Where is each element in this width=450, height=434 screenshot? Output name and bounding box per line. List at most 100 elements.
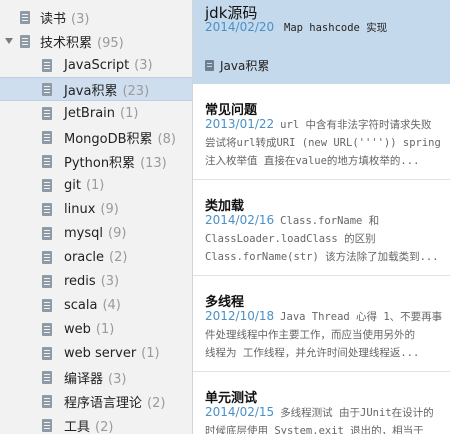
notebook-icon xyxy=(42,274,52,288)
sidebar-item-compiler[interactable]: 编译器 (3) xyxy=(0,365,192,389)
sidebar-item-count: (3) xyxy=(108,371,127,387)
sidebar-item-pl-theory[interactable]: 程序语言理论 (2) xyxy=(0,389,192,413)
note-card[interactable]: 常见问题 2013/01/22 url 中含有非法字符时请求失败 尝试将url转成… xyxy=(193,84,450,180)
note-date: 2014/02/20 xyxy=(205,20,275,34)
note-snippet: Java Thread 心得 1、不要再事 xyxy=(280,311,443,323)
sidebar-item-label: 工具 xyxy=(64,419,91,434)
notebook-sidebar: 读书 (3) 技术积累 (95) JavaScript (3) Java积累 (23) … xyxy=(0,0,193,434)
sidebar-item-count: (1) xyxy=(95,321,115,337)
note-date: 2013/01/22 xyxy=(205,117,275,131)
sidebar-item-javascript[interactable]: JavaScript (3) xyxy=(0,53,192,77)
sidebar-item-web[interactable]: web (1) xyxy=(0,317,192,341)
sidebar-item-oracle[interactable]: oracle (2) xyxy=(0,245,192,269)
notebook-icon xyxy=(42,202,52,216)
notebook-icon xyxy=(42,130,52,144)
sidebar-item-count: (2) xyxy=(147,395,166,411)
notebook-icon xyxy=(42,418,52,432)
sidebar-item-git[interactable]: git (1) xyxy=(0,173,192,197)
note-snippet: 件处理线程中作主要工作，而应当使用另外的 xyxy=(205,329,415,341)
sidebar-item-label: 技术积累 xyxy=(40,35,93,51)
sidebar-item-redis[interactable]: redis (3) xyxy=(0,269,192,293)
note-snippet: 线程为 工作线程，并允许时间处理线程返... xyxy=(205,347,420,359)
sidebar-item-count: (1) xyxy=(141,345,160,361)
sidebar-item-count: (9) xyxy=(100,201,119,217)
sidebar-item-label: Java积累 xyxy=(64,83,118,99)
sidebar-item-java[interactable]: Java积累 (23) xyxy=(0,77,192,101)
note-snippet: url 中含有非法字符时请求失败 xyxy=(280,119,432,131)
notebook-icon xyxy=(20,10,30,24)
sidebar-item-mysql[interactable]: mysql (9) xyxy=(0,221,192,245)
note-card[interactable]: 单元测试 2014/02/15 多线程测试 由于JUnit在设计的 时候底层使用 … xyxy=(193,372,450,434)
note-snippet: ClassLoader.loadClass 的区别 xyxy=(205,233,376,245)
sidebar-item-python[interactable]: Python积累 (13) xyxy=(0,149,192,173)
notebook-icon xyxy=(42,370,52,384)
note-snippet: 注入枚举值 直接在value的地方填枚举的... xyxy=(205,155,420,167)
note-date: 2012/10/18 xyxy=(205,309,275,323)
sidebar-item-count: (4) xyxy=(102,297,121,313)
notebook-icon xyxy=(42,82,52,96)
sidebar-item-label: web server xyxy=(64,345,137,361)
sidebar-item-label: web xyxy=(64,321,91,337)
sidebar-item-label: 读书 xyxy=(40,11,67,27)
notebook-icon xyxy=(42,226,52,240)
note-date: 2014/02/15 xyxy=(205,405,275,419)
sidebar-item-count: (95) xyxy=(97,35,124,51)
sidebar-item-label: JavaScript xyxy=(64,57,130,73)
note-snippet: 多线程测试 由于JUnit在设计的 xyxy=(280,407,434,419)
note-snippet: Class.forName(str) 该方法除了加载类到... xyxy=(205,251,439,263)
sidebar-item-tools[interactable]: 工具 (2) xyxy=(0,413,192,434)
sidebar-item-scala[interactable]: scala (4) xyxy=(0,293,192,317)
sidebar-item-reading[interactable]: 读书 (3) xyxy=(0,5,192,29)
sidebar-item-label: scala xyxy=(64,297,98,313)
notebook-icon xyxy=(42,250,52,264)
notebook-name: Java积累 xyxy=(220,59,270,73)
note-snippet: Class.forName 和 xyxy=(280,215,380,227)
sidebar-item-label: oracle xyxy=(64,249,105,265)
note-snippet: 尝试将url转成URI (new URL('''')) spring xyxy=(205,137,441,149)
selected-note-card[interactable]: jdk源码 2014/02/20 Map hashcode 实现 Java积累 xyxy=(193,0,450,84)
sidebar-item-count: (3) xyxy=(134,57,153,73)
sidebar-item-tech-stack[interactable]: 技术积累 (95) xyxy=(0,29,192,53)
sidebar-item-count: (8) xyxy=(157,131,176,147)
sidebar-item-mongodb[interactable]: MongoDB积累 (8) xyxy=(0,125,192,149)
sidebar-item-count: (9) xyxy=(108,225,127,241)
sidebar-item-count: (2) xyxy=(109,249,128,265)
sidebar-item-count: (1) xyxy=(85,177,105,193)
sidebar-item-label: mysql xyxy=(64,225,103,241)
sidebar-item-label: 编译器 xyxy=(64,371,104,387)
sidebar-item-label: 程序语言理论 xyxy=(64,395,143,411)
notebook-stack-icon xyxy=(20,34,30,48)
note-list: jdk源码 2014/02/20 Map hashcode 实现 Java积累 … xyxy=(193,0,450,434)
note-date: 2014/02/16 xyxy=(205,213,275,227)
sidebar-item-count: (3) xyxy=(100,273,120,289)
notebook-icon xyxy=(42,298,52,312)
sidebar-item-linux[interactable]: linux (9) xyxy=(0,197,192,221)
notebook-icon xyxy=(205,60,214,71)
sidebar-item-count: (23) xyxy=(122,83,150,99)
sidebar-item-label: Python积累 xyxy=(64,155,136,171)
notebook-icon xyxy=(42,322,52,336)
sidebar-item-count: (13) xyxy=(140,155,167,171)
sidebar-item-count: (3) xyxy=(71,11,90,27)
note-snippet: Map hashcode 实现 xyxy=(284,22,388,34)
sidebar-item-web-server[interactable]: web server (1) xyxy=(0,341,192,365)
notebook-icon xyxy=(42,178,52,192)
note-card[interactable]: 多线程 2012/10/18 Java Thread 心得 1、不要再事 件处理线… xyxy=(193,276,450,372)
sidebar-item-jetbrain[interactable]: JetBrain (1) xyxy=(0,101,192,125)
sidebar-item-label: MongoDB积累 xyxy=(64,131,153,147)
sidebar-item-label: redis xyxy=(64,273,96,289)
sidebar-item-label: git xyxy=(64,177,81,193)
notebook-icon xyxy=(42,106,52,120)
sidebar-item-label: JetBrain xyxy=(64,105,116,121)
notebook-icon xyxy=(42,394,52,408)
sidebar-item-count: (2) xyxy=(95,419,114,434)
notebook-icon xyxy=(42,58,52,72)
notebook-icon xyxy=(42,154,52,168)
note-card[interactable]: 类加载 2014/02/16 Class.forName 和 ClassLoade… xyxy=(193,180,450,276)
note-snippet: 时候底层使用 System.exit 退出的，相当于 xyxy=(205,425,424,434)
notebook-icon xyxy=(42,346,52,360)
sidebar-item-count: (1) xyxy=(120,105,139,121)
expand-arrow-icon[interactable] xyxy=(5,38,13,44)
notebook-label: Java积累 xyxy=(205,57,269,74)
sidebar-item-label: linux xyxy=(64,201,96,217)
